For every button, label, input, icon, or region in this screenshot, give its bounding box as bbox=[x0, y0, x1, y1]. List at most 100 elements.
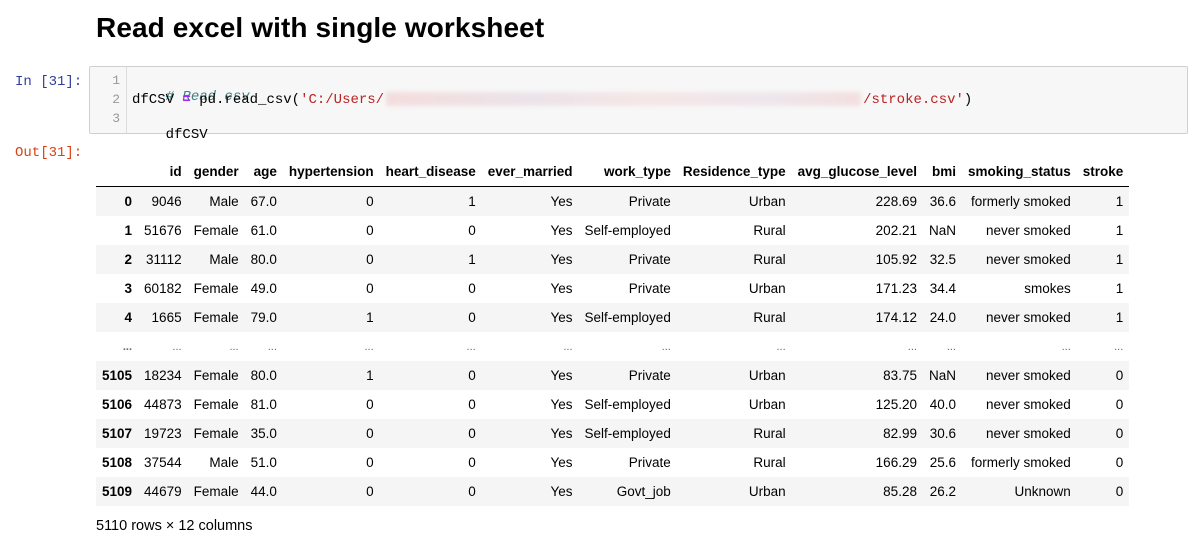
table-cell: 0 bbox=[468, 223, 476, 238]
row-index: 5105 bbox=[102, 368, 133, 383]
table-cell: Yes bbox=[550, 397, 573, 412]
table-cell: Rural bbox=[753, 455, 786, 470]
table-cell: 228.69 bbox=[875, 194, 917, 209]
table-cell: 0 bbox=[366, 223, 374, 238]
table-cell: Self-employed bbox=[584, 426, 671, 441]
table-cell: 34.4 bbox=[929, 281, 956, 296]
table-cell: 125.20 bbox=[875, 397, 917, 412]
table-cell: Yes bbox=[550, 426, 573, 441]
table-cell: Private bbox=[628, 252, 671, 267]
column-header: bmi bbox=[922, 157, 962, 187]
row-index: 0 bbox=[124, 194, 133, 209]
table-cell: ... bbox=[466, 340, 476, 353]
table-cell: 36.6 bbox=[929, 194, 956, 209]
table-row: 2 31112 Male 80.0 0 1 Yes Private Rural 105.92 32.… bbox=[96, 245, 1130, 274]
table-cell: Female bbox=[193, 484, 239, 499]
column-header: gender bbox=[187, 157, 245, 187]
table-cell: Male bbox=[209, 194, 239, 209]
table-cell: 9046 bbox=[151, 194, 182, 209]
table-cell: 40.0 bbox=[929, 397, 956, 412]
table-cell: smokes bbox=[1024, 281, 1071, 296]
row-index: 3 bbox=[124, 281, 133, 296]
table-cell: 31112 bbox=[146, 252, 182, 267]
table-cell: 83.75 bbox=[883, 368, 917, 383]
table-cell: 0 bbox=[468, 455, 476, 470]
table-cell: Self-employed bbox=[584, 397, 671, 412]
table-cell: Female bbox=[193, 397, 239, 412]
table-cell: Self-employed bbox=[584, 223, 671, 238]
row-index: 5107 bbox=[102, 426, 133, 441]
code-string-end: /stroke.csv' bbox=[863, 92, 964, 108]
table-cell: Urban bbox=[748, 281, 786, 296]
table-row: 3 60182 Female 49.0 0 0 Yes Private Urban 171.23 3… bbox=[96, 274, 1129, 303]
table-cell: ... bbox=[563, 340, 573, 353]
table-cell: Rural bbox=[753, 252, 786, 267]
table-cell: 171.23 bbox=[875, 281, 917, 296]
table-cell: 0 bbox=[468, 484, 476, 499]
table-cell: 0 bbox=[468, 368, 476, 383]
table-cell: ... bbox=[946, 340, 956, 353]
table-cell: 37544 bbox=[144, 455, 182, 470]
table-cell: 80.0 bbox=[250, 368, 277, 383]
table-cell: ... bbox=[907, 340, 917, 353]
table-cell: NaN bbox=[928, 223, 956, 238]
table-cell: 174.12 bbox=[875, 310, 917, 325]
table-cell: Private bbox=[628, 368, 671, 383]
table-cell: never smoked bbox=[985, 397, 1071, 412]
code-cell[interactable]: 1 2 3 # Read csv dfCSV = pd.read_csv('C:… bbox=[89, 66, 1188, 143]
table-cell: Yes bbox=[550, 194, 573, 209]
table-cell: 60182 bbox=[144, 281, 182, 296]
column-header: Residence_type bbox=[676, 157, 792, 187]
table-cell: Yes bbox=[550, 223, 573, 238]
table-cell: 49.0 bbox=[250, 281, 277, 296]
table-cell: 1 bbox=[1115, 281, 1124, 296]
code-operator: = bbox=[182, 92, 191, 108]
table-row: 5107 19723 Female 35.0 0 0 Yes Self-employed Rur… bbox=[96, 419, 1130, 448]
table-cell: never smoked bbox=[985, 223, 1071, 238]
table-cell: Female bbox=[193, 223, 239, 238]
table-cell: formerly smoked bbox=[970, 455, 1071, 470]
table-cell: 0 bbox=[468, 310, 476, 325]
table-cell: 61.0 bbox=[250, 223, 277, 238]
table-cell: 25.6 bbox=[929, 455, 956, 470]
table-cell: ... bbox=[661, 340, 671, 353]
section-heading: Read excel with single worksheet bbox=[96, 12, 545, 43]
row-index: 2 bbox=[124, 252, 133, 267]
row-index: 5106 bbox=[102, 397, 133, 412]
table-cell: 44.0 bbox=[250, 484, 277, 499]
table-cell: 26.2 bbox=[929, 484, 956, 499]
table-row: 5109 44679 Female 44.0 0 0 Yes Govt_job Urban 85.… bbox=[96, 477, 1130, 506]
table-row: 0 9046 Male 67.0 0 1 Yes Private Urban 228.69 36.6… bbox=[96, 186, 1130, 216]
table-cell: 0 bbox=[468, 426, 476, 441]
row-index: 5108 bbox=[102, 455, 133, 470]
table-cell: 166.29 bbox=[875, 455, 917, 470]
table-cell: 19723 bbox=[144, 426, 182, 441]
table-cell: 44873 bbox=[144, 397, 182, 412]
row-index: 4 bbox=[124, 310, 133, 325]
table-cell: Female bbox=[193, 281, 239, 296]
table-cell: 0 bbox=[468, 281, 476, 296]
table-cell: ... bbox=[364, 340, 374, 353]
table-cell: Unknown bbox=[1014, 484, 1071, 499]
table-cell: 1 bbox=[1115, 252, 1124, 267]
table-cell: 0 bbox=[1115, 368, 1124, 383]
table-cell: 30.6 bbox=[929, 426, 956, 441]
row-index: ... bbox=[122, 340, 133, 353]
table-cell: 0 bbox=[366, 252, 374, 267]
code-line-3: dfCSV bbox=[132, 111, 208, 159]
table-cell: 0 bbox=[366, 455, 374, 470]
table-cell: formerly smoked bbox=[970, 194, 1071, 209]
table-cell: Male bbox=[209, 252, 239, 267]
dataframe-shape: 5110 rows × 12 columns bbox=[96, 518, 253, 534]
table-cell: Female bbox=[193, 310, 239, 325]
table-cell: 0 bbox=[1115, 455, 1124, 470]
line-number: 3 bbox=[112, 111, 120, 126]
table-cell: 0 bbox=[366, 426, 374, 441]
table-cell: 51.0 bbox=[250, 455, 277, 470]
table-cell: 0 bbox=[366, 484, 374, 499]
table-cell: never smoked bbox=[985, 426, 1071, 441]
table-cell: Female bbox=[193, 368, 239, 383]
table-cell: 1 bbox=[468, 194, 476, 209]
index-header bbox=[96, 157, 139, 187]
table-cell: 0 bbox=[1115, 484, 1124, 499]
